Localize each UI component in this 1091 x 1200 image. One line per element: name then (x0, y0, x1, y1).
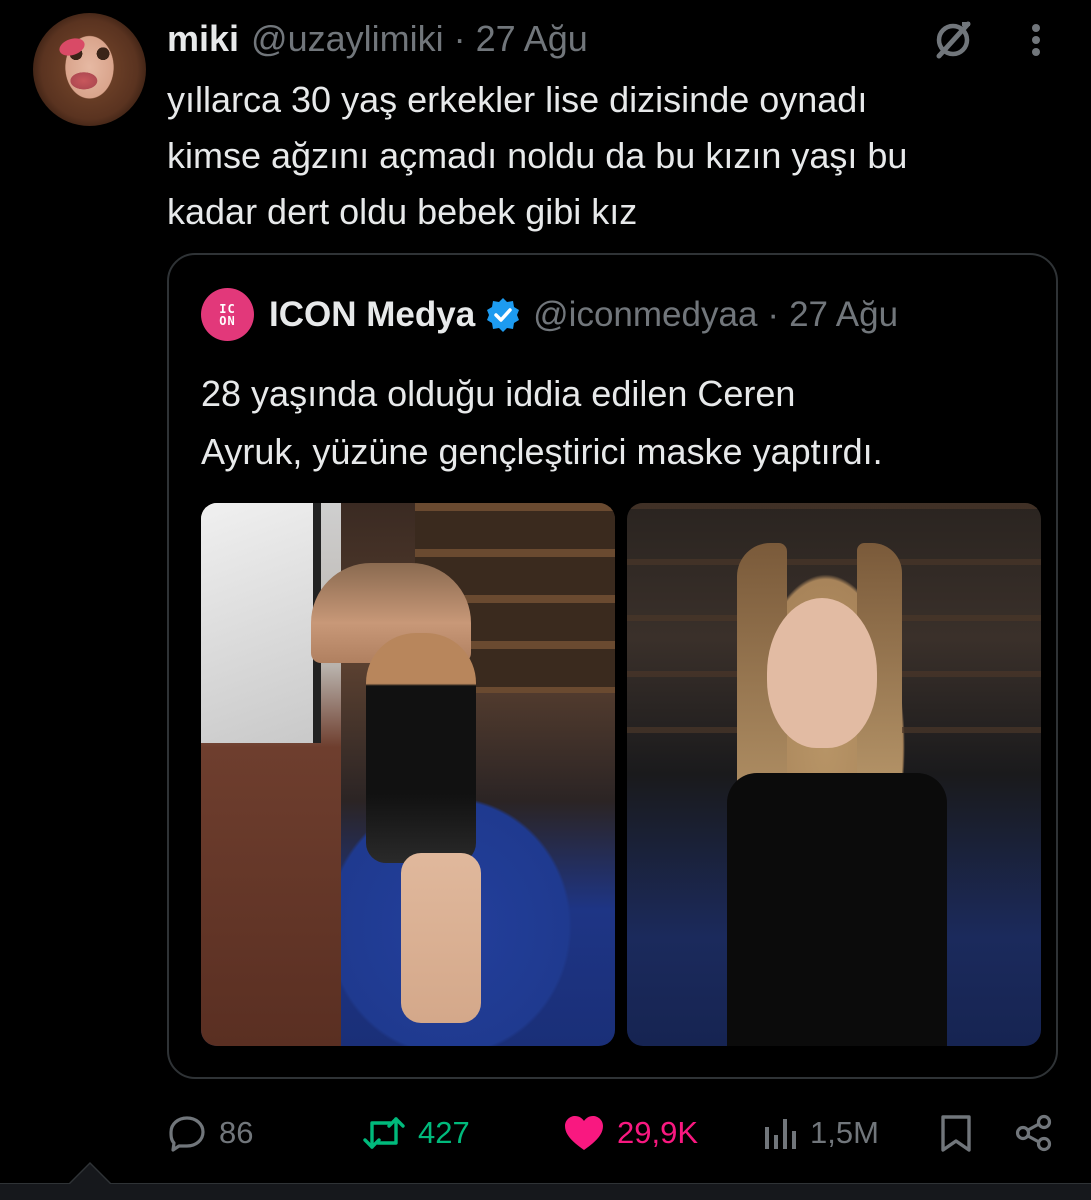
pointer-caret-inner (70, 1164, 110, 1184)
reply-count: 86 (219, 1115, 254, 1150)
avatar-logo-top: IC (219, 301, 236, 316)
quoted-author-name[interactable]: ICON Medya (269, 295, 475, 335)
tweet-text: yıllarca 30 yaş erkekler lise dizisinde … (167, 72, 1057, 240)
retweet-button[interactable]: 427 (362, 1105, 470, 1161)
like-button[interactable]: 29,9K (563, 1105, 698, 1161)
tweet-text-line: kadar dert oldu bebek gibi kız (167, 191, 638, 232)
grok-icon[interactable] (928, 16, 978, 64)
separator-dot: · (767, 295, 780, 334)
share-icon (1015, 1114, 1052, 1152)
quoted-author-avatar[interactable]: IC ON (201, 288, 254, 341)
views-count: 1,5M (810, 1115, 879, 1150)
heart-icon (565, 1116, 603, 1150)
views-icon (765, 1119, 796, 1149)
tweet-header: miki @uzaylimiki · 27 Ağu (167, 17, 588, 61)
author-avatar[interactable] (33, 13, 146, 126)
photo-door (201, 503, 321, 743)
views-button[interactable]: 1,5M (762, 1105, 879, 1161)
quoted-text-line: 28 yaşında olduğu iddia edilen Ceren (201, 373, 796, 414)
bottom-bar (0, 1183, 1091, 1200)
quoted-tweet-text: 28 yaşında olduğu iddia edilen Ceren Ayr… (201, 365, 1041, 481)
separator-dot: · (453, 18, 466, 59)
retweet-icon (363, 1117, 405, 1149)
photo-face (767, 598, 877, 748)
tweet-text-line: yıllarca 30 yaş erkekler lise dizisinde … (167, 79, 868, 120)
tweet-timestamp[interactable]: 27 Ağu (476, 18, 588, 60)
media-photo-2[interactable] (627, 503, 1041, 1046)
quoted-text-line: Ayruk, yüzüne gençleştirici maske yaptır… (201, 431, 883, 472)
verified-badge-icon (487, 298, 520, 332)
quoted-author-handle[interactable]: @iconmedyaa (533, 295, 757, 335)
photo-dress (727, 773, 947, 1046)
reply-icon (169, 1116, 205, 1152)
media-photo-1[interactable] (201, 503, 615, 1046)
author-name[interactable]: miki (167, 18, 239, 60)
share-button[interactable] (1014, 1105, 1054, 1161)
photo-person-seated (366, 633, 476, 863)
avatar-logo-bottom: ON (219, 313, 236, 328)
photo-person-legs (401, 853, 481, 1023)
bookmark-icon (941, 1115, 971, 1152)
more-vertical-icon[interactable] (1018, 16, 1054, 64)
quoted-tweet-header: ICON Medya @iconmedyaa · 27 Ağu (269, 293, 898, 337)
retweet-count: 427 (418, 1115, 470, 1150)
action-bar: 86 427 29,9K 1,5M (0, 1105, 1091, 1161)
avatar-flower (57, 35, 87, 59)
author-handle[interactable]: @uzaylimiki (251, 18, 444, 60)
quoted-tweet-timestamp[interactable]: 27 Ağu (789, 295, 898, 335)
bookmark-button[interactable] (938, 1105, 974, 1161)
quoted-tweet[interactable]: IC ON ICON Medya @iconmedyaa · 27 Ağu 28… (167, 253, 1058, 1079)
tweet: miki @uzaylimiki · 27 Ağu yıllarca 30 ya… (0, 0, 1091, 1200)
reply-button[interactable]: 86 (167, 1105, 253, 1161)
like-count: 29,9K (617, 1115, 699, 1150)
tweet-text-line: kimse ağzını açmadı noldu da bu kızın ya… (167, 135, 908, 176)
